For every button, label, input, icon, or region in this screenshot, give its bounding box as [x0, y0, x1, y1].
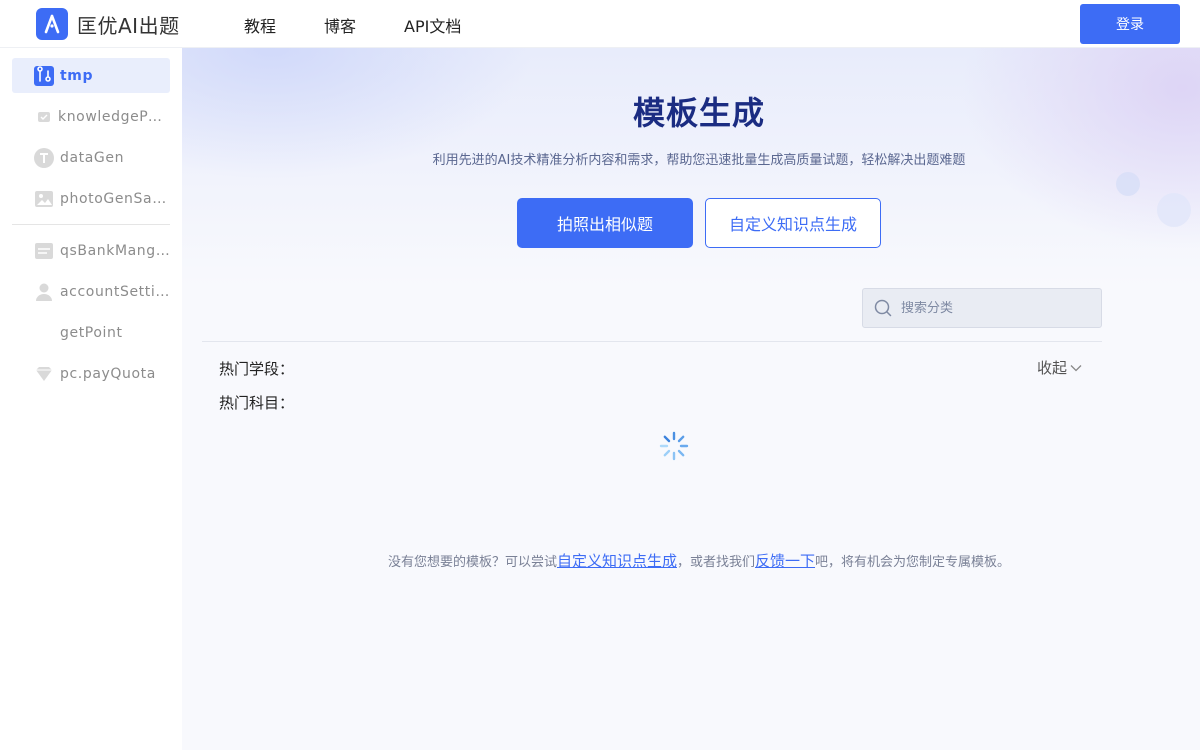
page-subtitle: 利用先进的AI技术精准分析内容和需求，帮助您迅速批量生成高质量试题，轻松解决出题… [432, 153, 966, 168]
sidebar-item-label: getPoint [60, 324, 123, 341]
sidebar-item-label: qsBankManger [60, 242, 170, 259]
bottom-note-middle: ，或者找我们 [676, 555, 755, 570]
custom-knowledge-link[interactable]: 自定义知识点生成 [557, 552, 677, 570]
collapse-toggle[interactable]: 收起 [1037, 357, 1083, 378]
search-input[interactable] [901, 300, 1091, 316]
photo-similar-button[interactable]: 拍照出相似题 [517, 198, 693, 248]
template-icon [34, 65, 54, 86]
logo-icon[interactable] [36, 8, 68, 40]
text-t-icon [34, 147, 54, 168]
sidebar-item-label: tmp [60, 67, 94, 84]
sidebar-item-label: dataGen [60, 149, 125, 166]
nav-api-docs[interactable]: API文档 [404, 13, 461, 37]
hot-subject-label: 热门科目： [219, 394, 295, 412]
sidebar-item-knowledge-point[interactable]: knowledgePoint [12, 99, 170, 134]
hero-background [182, 48, 1200, 288]
bottom-note: 没有您想要的模板？可以尝试自定义知识点生成，或者找我们反馈一下吧，将有机会为您制… [182, 550, 1200, 571]
decor-bubble [1157, 193, 1191, 227]
loading-spinner-icon [658, 430, 690, 462]
login-button[interactable]: 登录 [1080, 4, 1180, 44]
sidebar-item-data-gen[interactable]: dataGen [12, 140, 170, 175]
search-icon [874, 299, 892, 317]
knowledge-icon [34, 107, 54, 127]
sidebar-item-label: knowledgePoint [58, 108, 170, 125]
sidebar-item-tmp[interactable]: tmp [12, 58, 170, 93]
nav-tutorial[interactable]: 教程 [244, 13, 276, 37]
search-box[interactable] [862, 288, 1102, 328]
collapse-label: 收起 [1037, 359, 1068, 377]
sidebar-item-qs-bank-manger[interactable]: qsBankManger [12, 233, 170, 268]
main-content: 模板生成 利用先进的AI技术精准分析内容和需求，帮助您迅速批量生成高质量试题，轻… [182, 48, 1200, 750]
sidebar-item-pay-quota[interactable]: pc.payQuota [12, 356, 170, 391]
nav-blog[interactable]: 博客 [324, 13, 356, 37]
custom-knowledge-button[interactable]: 自定义知识点生成 [705, 198, 881, 248]
user-icon [34, 282, 54, 302]
question-bank-icon [34, 241, 54, 261]
chevron-down-icon [1069, 361, 1083, 375]
sidebar-item-label: accountSetting [60, 283, 170, 300]
sidebar-item-photo-gen-sample[interactable]: photoGenSample [12, 181, 170, 216]
sidebar-item-label: pc.payQuota [60, 365, 156, 382]
image-icon [34, 189, 54, 209]
logo-text[interactable]: 匡优AI出题 [77, 10, 180, 39]
blank-icon [34, 323, 54, 343]
page-title: 模板生成 [632, 94, 765, 132]
bottom-note-prefix: 没有您想要的模板？可以尝试 [387, 555, 557, 570]
sidebar-item-get-point[interactable]: getPoint [12, 315, 170, 350]
bottom-note-suffix: 吧，将有机会为您制定专属模板。 [815, 555, 1011, 570]
sidebar-item-account-setting[interactable]: accountSetting [12, 274, 170, 309]
feedback-link[interactable]: 反馈一下 [755, 552, 815, 570]
top-header: 匡优AI出题 教程 博客 API文档 登录 [0, 0, 1200, 48]
hot-stage-label: 热门学段： [219, 360, 295, 378]
sidebar-item-label: photoGenSample [60, 190, 170, 207]
decor-bubble [1116, 172, 1140, 196]
sidebar: tmp knowledgePoint dataGen photoGenSampl… [0, 48, 182, 750]
sidebar-divider [12, 224, 170, 225]
diamond-icon [34, 364, 54, 384]
divider [202, 341, 1102, 342]
